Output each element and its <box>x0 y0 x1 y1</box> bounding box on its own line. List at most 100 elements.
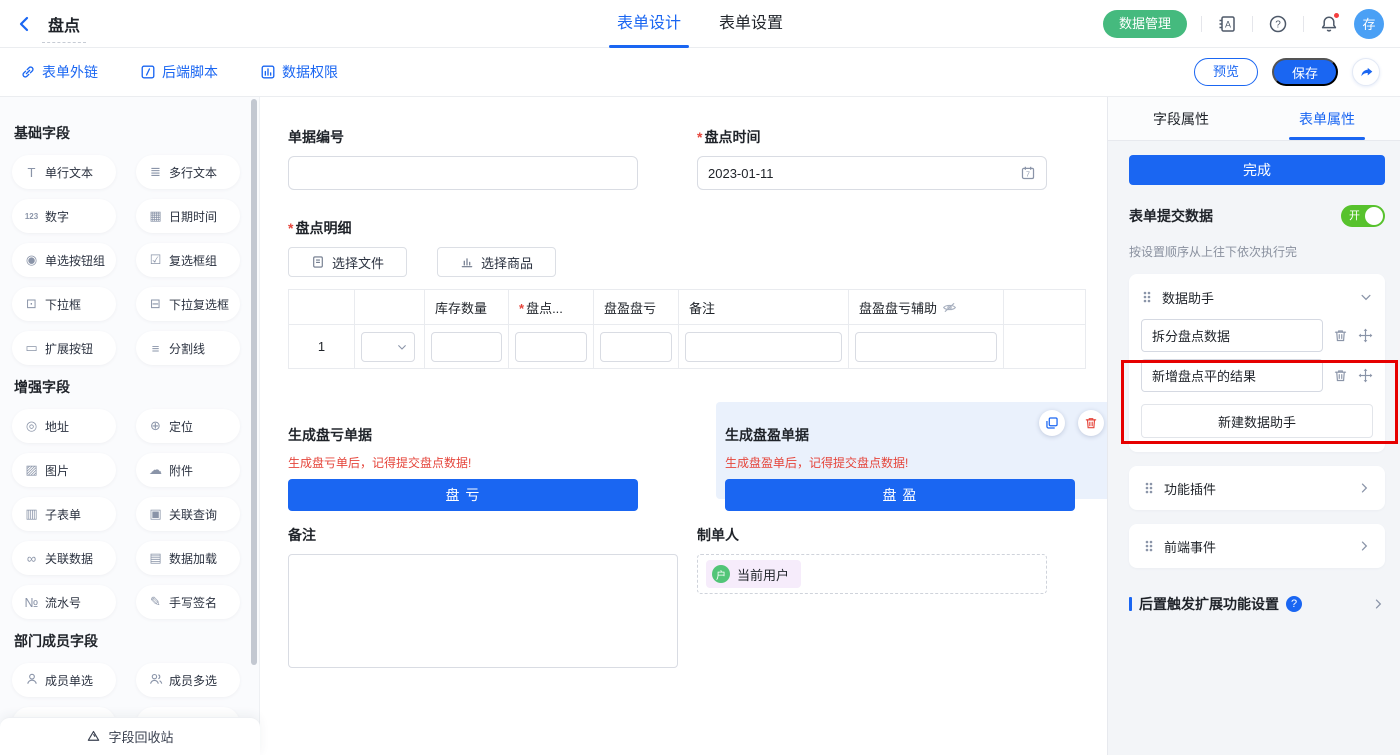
toolbar-link-label: 数据权限 <box>282 62 338 82</box>
field-pill[interactable]: ▭扩展按钮 <box>12 331 116 365</box>
creator-input[interactable]: 户 当前用户 <box>697 554 1047 594</box>
row-cell-input[interactable] <box>600 332 672 362</box>
chevron-down-icon[interactable] <box>1359 290 1373 304</box>
drag-handle-icon[interactable] <box>1143 539 1155 553</box>
form-external-link[interactable]: 表单外链 <box>20 62 98 82</box>
row-select-dropdown[interactable] <box>361 332 415 362</box>
detail-col-header[interactable]: 备注 <box>679 290 849 325</box>
data-permission-link[interactable]: 数据权限 <box>260 62 338 82</box>
row-cell-input[interactable] <box>685 332 842 362</box>
recycle-label: 字段回收站 <box>108 727 173 746</box>
field-pill[interactable]: ▥子表单 <box>12 497 116 531</box>
field-pill[interactable]: ⊕定位 <box>136 409 240 443</box>
loss-action-button[interactable]: 盘 亏 <box>288 479 638 511</box>
gain-action-button[interactable]: 盘 盈 <box>725 479 1075 511</box>
remark-textarea[interactable] <box>288 554 678 668</box>
drag-handle-icon[interactable] <box>1141 290 1153 304</box>
copy-field-button[interactable] <box>1039 410 1065 436</box>
field-doc-no[interactable]: 单据编号 <box>288 127 638 190</box>
detail-buttons: 选择文件 选择商品 <box>288 247 1107 277</box>
user-avatar[interactable]: 存 <box>1354 9 1384 39</box>
field-pill[interactable]: ▦日期时间 <box>136 199 240 233</box>
detail-col-header[interactable] <box>289 290 355 325</box>
field-pill[interactable]: ◉单选按钮组 <box>12 243 116 277</box>
field-pill[interactable]: ▣关联查询 <box>136 497 240 531</box>
new-data-assistant-button[interactable]: 新建数据助手 <box>1141 404 1373 438</box>
check-time-input[interactable]: 2023-01-11 7 <box>697 156 1047 190</box>
delete-field-button[interactable] <box>1078 410 1104 436</box>
field-pill[interactable]: ☑复选框组 <box>136 243 240 277</box>
toolbar-link-label: 后端脚本 <box>162 62 218 82</box>
submit-data-toggle[interactable]: 开 <box>1341 205 1385 227</box>
doc-no-input[interactable] <box>288 156 638 190</box>
field-pill[interactable]: ∞关联数据 <box>12 541 116 575</box>
choose-file-label: 选择文件 <box>332 253 384 272</box>
field-pill[interactable]: ⊡下拉框 <box>12 287 116 321</box>
help-badge-icon[interactable]: ? <box>1286 596 1302 612</box>
field-pill[interactable]: ≣多行文本 <box>136 155 240 189</box>
field-pill[interactable]: ✎手写签名 <box>136 585 240 619</box>
notification-bell-icon[interactable] <box>1318 13 1340 35</box>
field-recycle-bin[interactable]: 字段回收站 <box>0 717 260 755</box>
data-assistant-item-button[interactable]: 新增盘点平的结果 <box>1141 359 1323 392</box>
row-cell-input[interactable] <box>515 332 587 362</box>
share-button[interactable] <box>1352 58 1380 86</box>
field-pill[interactable]: ◎地址 <box>12 409 116 443</box>
delete-assistant-icon[interactable] <box>1332 368 1348 384</box>
done-button[interactable]: 完成 <box>1129 155 1385 185</box>
field-pill[interactable]: ⊟下拉复选框 <box>136 287 240 321</box>
field-pill[interactable]: 成员单选 <box>12 663 116 697</box>
form-title[interactable]: 盘点 <box>48 12 80 36</box>
text-multi-icon: ≣ <box>148 164 163 180</box>
data-manage-button[interactable]: 数据管理 <box>1103 10 1187 38</box>
address-book-icon[interactable]: A <box>1216 13 1238 35</box>
backend-script-link[interactable]: 后端脚本 <box>140 62 218 82</box>
data-assistant-card: 数据助手 拆分盘点数据新增盘点平的结果 新建数据助手 <box>1129 274 1385 452</box>
field-pill[interactable]: ☁附件 <box>136 453 240 487</box>
delete-assistant-icon[interactable] <box>1332 328 1348 344</box>
field-pill[interactable]: №流水号 <box>12 585 116 619</box>
field-pill[interactable]: 成员多选 <box>136 663 240 697</box>
back-button[interactable] <box>16 15 34 33</box>
save-button[interactable]: 保存 <box>1272 58 1338 86</box>
choose-file-button[interactable]: 选择文件 <box>288 247 407 277</box>
field-pill[interactable]: 123数字 <box>12 199 116 233</box>
field-check-time[interactable]: *盘点时间 2023-01-11 7 <box>697 127 1047 190</box>
data-assistant-item-button[interactable]: 拆分盘点数据 <box>1141 319 1323 352</box>
field-pill[interactable]: T单行文本 <box>12 155 116 189</box>
preview-button[interactable]: 预览 <box>1194 58 1258 86</box>
plugins-card[interactable]: 功能插件 <box>1129 466 1385 510</box>
field-generate-gain-selected[interactable]: 生成盘盈单据 生成盘盈单后，记得提交盘点数据! 盘 盈 <box>716 402 1107 499</box>
field-creator[interactable]: 制单人 户 当前用户 <box>697 525 1047 671</box>
field-generate-loss[interactable]: 生成盘亏单据 生成盘亏单后，记得提交盘点数据! 盘 亏 <box>288 425 638 511</box>
field-pill[interactable]: ≡分割线 <box>136 331 240 365</box>
detail-col-header[interactable]: 盘盈盘亏 <box>594 290 679 325</box>
help-icon[interactable]: ? <box>1267 13 1289 35</box>
location-icon: ⊕ <box>148 418 163 434</box>
drag-handle-icon[interactable] <box>1143 481 1155 495</box>
move-assistant-icon[interactable] <box>1357 368 1373 384</box>
signature-icon: ✎ <box>148 594 163 610</box>
detail-col-header[interactable] <box>355 290 425 325</box>
choose-product-button[interactable]: 选择商品 <box>437 247 556 277</box>
required-star: * <box>519 301 524 316</box>
frontend-events-card[interactable]: 前端事件 <box>1129 524 1385 568</box>
detail-col-header[interactable]: 盘盈盘亏辅助 <box>849 290 1004 325</box>
detail-col-header[interactable]: 库存数量 <box>425 290 509 325</box>
field-pill[interactable]: ▨图片 <box>12 453 116 487</box>
field-pill[interactable]: ▤数据加载 <box>136 541 240 575</box>
move-assistant-icon[interactable] <box>1357 328 1373 344</box>
detail-col-header[interactable]: *盘点... <box>509 290 594 325</box>
row-cell-input[interactable] <box>855 332 997 362</box>
post-trigger-settings[interactable]: 后置触发扩展功能设置 ? <box>1129 594 1385 614</box>
field-remark[interactable]: 备注 <box>288 525 678 671</box>
sidebar-scrollbar[interactable] <box>251 99 257 665</box>
tab-form-design[interactable]: 表单设计 <box>615 0 683 48</box>
svg-text:7: 7 <box>1026 171 1030 179</box>
tab-form-properties[interactable]: 表单属性 <box>1254 97 1400 140</box>
row-cell-input[interactable] <box>431 332 502 362</box>
tab-form-settings[interactable]: 表单设置 <box>717 0 785 48</box>
detail-col-header[interactable] <box>1004 290 1086 325</box>
data-assistant-header[interactable]: 数据助手 <box>1141 282 1373 312</box>
tab-field-properties[interactable]: 字段属性 <box>1108 97 1254 140</box>
